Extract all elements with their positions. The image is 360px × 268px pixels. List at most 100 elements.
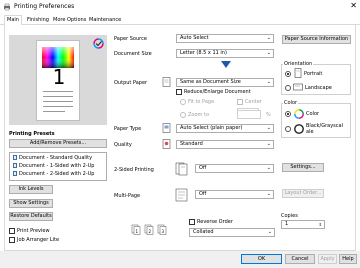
tab-finishing[interactable]: Finishing (25, 16, 51, 25)
color-group (281, 103, 351, 138)
job-arranger-label: Job Arranger Lite (17, 237, 60, 243)
title-bar: Printing Preferences ✕ (0, 0, 360, 14)
page-preview: 1 (9, 35, 107, 125)
tab-more-options[interactable]: More Options (51, 16, 88, 25)
quality-label: Quality (114, 142, 132, 148)
text-line (43, 111, 65, 112)
text-line (43, 106, 73, 107)
list-item[interactable]: Document - 1-Sided with 2-Up (13, 163, 94, 169)
two-sided-select[interactable]: Off ⌄ (195, 164, 274, 173)
layout-order-button[interactable]: Layout Order... (282, 189, 324, 198)
zoom-to-label: Zoom to (188, 112, 210, 118)
close-icon[interactable]: ✕ (350, 2, 357, 10)
restore-defaults-button[interactable]: Restore Defaults (9, 212, 53, 221)
chevron-down-icon: ⌄ (266, 125, 271, 131)
two-sided-label: 2-Sided Printing (114, 167, 154, 173)
center-checkbox[interactable] (237, 99, 243, 105)
paper-type-label: Paper Type (114, 126, 142, 132)
quality-select[interactable]: Standard ⌄ (176, 140, 274, 149)
two-sided-icon (175, 162, 188, 176)
color-label: Color (306, 111, 320, 117)
landscape-icon (293, 83, 303, 91)
spinner-arrows-icon[interactable]: ⇕ (319, 221, 322, 228)
zoom-input[interactable] (237, 110, 261, 119)
color-mode-icon (93, 38, 104, 49)
chevron-down-icon: ⌄ (266, 191, 271, 197)
landscape-label: Landscape (305, 85, 332, 91)
cancel-button[interactable]: Cancel (285, 254, 315, 264)
paper-type-icon (162, 123, 171, 133)
fit-to-page-label: Fit to Page (188, 99, 215, 105)
help-button[interactable]: Help (339, 254, 357, 264)
chevron-down-icon: ⌄ (266, 35, 271, 41)
document-size-label: Document Size (114, 51, 152, 57)
job-arranger-checkbox[interactable] (9, 237, 15, 243)
reverse-order-checkbox[interactable] (189, 219, 195, 225)
output-paper-label: Output Paper (114, 80, 148, 86)
chevron-down-icon: ⌄ (267, 229, 272, 235)
print-preview-label: Print Preview (17, 228, 50, 234)
two-sided-settings-button[interactable]: Settings... (282, 163, 324, 172)
presets-heading: Printing Presets (9, 131, 55, 137)
page-layout-icon (162, 77, 171, 87)
document-icon (13, 155, 17, 160)
print-preview-checkbox[interactable] (9, 228, 15, 234)
chevron-down-icon: ⌄ (266, 79, 271, 85)
color-wheel-icon (294, 109, 304, 119)
tab-maintenance[interactable]: Maintenance (87, 16, 123, 25)
text-line (43, 96, 73, 97)
reduce-enlarge-label: Reduce/Enlarge Document (184, 89, 251, 95)
portrait-icon (294, 68, 302, 78)
list-item[interactable]: Document - Standard Quality (13, 155, 92, 161)
page-stack-icon: 1 (131, 224, 141, 235)
quality-icon (162, 139, 171, 149)
multi-page-icon (175, 188, 188, 202)
copies-spinner[interactable]: 1 ⇕ (281, 220, 325, 229)
page-stack-icon: 3 (157, 224, 167, 235)
reduce-enlarge-checkbox[interactable] (176, 89, 182, 95)
page-number: 1 (52, 65, 66, 89)
zoom-to-radio[interactable] (180, 112, 186, 118)
reverse-order-label: Reverse Order (197, 219, 233, 225)
arrow-down-icon (221, 61, 231, 68)
portrait-radio[interactable] (285, 71, 291, 77)
window-title: Printing Preferences (14, 3, 75, 10)
chevron-down-icon: ⌄ (266, 50, 271, 56)
collated-select[interactable]: Collated ⌄ (189, 228, 275, 237)
paper-source-info-button[interactable]: Paper Source Information (282, 35, 351, 44)
orientation-title: Orientation (283, 61, 314, 67)
multi-page-label: Multi-Page (114, 193, 141, 199)
ink-levels-button[interactable]: Ink Levels (9, 185, 53, 194)
paper-type-select[interactable]: Auto Select (plain paper) ⌄ (176, 124, 274, 133)
grayscale-icon (294, 124, 304, 134)
apply-button[interactable]: Apply (318, 254, 337, 264)
document-size-select[interactable]: Letter (8.5 x 11 in) ⌄ (176, 49, 274, 58)
paper-source-label: Paper Source (114, 36, 147, 42)
show-settings-button[interactable]: Show Settings (9, 199, 53, 208)
portrait-label: Portrait (304, 71, 323, 77)
document-icon (13, 163, 17, 168)
color-title: Color (283, 100, 299, 106)
multi-page-select[interactable]: Off ⌄ (195, 190, 274, 199)
ok-button[interactable]: OK (241, 254, 282, 264)
tab-bar: Main Finishing More Options Maintenance (0, 14, 360, 26)
text-line (43, 101, 73, 102)
grayscale-radio[interactable] (285, 126, 291, 132)
text-line (43, 91, 73, 92)
landscape-radio[interactable] (285, 85, 291, 91)
paper-source-select[interactable]: Auto Select ⌄ (176, 34, 274, 43)
page-stack-icon: 2 (144, 224, 154, 235)
presets-list[interactable]: Document - Standard Quality Document - 1… (9, 152, 107, 181)
output-paper-select[interactable]: Same as Document Size ⌄ (176, 78, 274, 87)
zoom-unit: % (266, 112, 271, 118)
add-remove-presets-button[interactable]: Add/Remove Presets... (9, 139, 107, 148)
chevron-down-icon: ⌄ (266, 165, 271, 171)
document-icon (13, 171, 17, 176)
list-item[interactable]: Document - 2-Sided with 2-Up (13, 171, 94, 177)
color-radio[interactable] (285, 111, 291, 117)
grayscale-label-line2: ale (306, 129, 314, 135)
printer-app-icon (4, 3, 10, 11)
center-label: Center (245, 99, 262, 105)
preview-page: 1 (36, 40, 80, 121)
fit-to-page-radio[interactable] (180, 99, 186, 105)
